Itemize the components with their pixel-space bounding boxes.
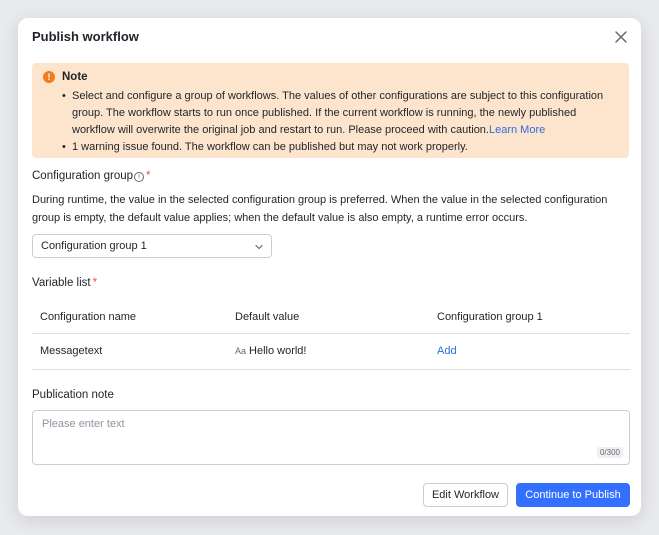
required-mark: * [146, 170, 151, 182]
close-icon[interactable] [611, 27, 631, 47]
chevron-down-icon [255, 244, 263, 250]
column-header: Configuration group 1 [437, 311, 543, 323]
edit-workflow-button[interactable]: Edit Workflow [423, 483, 508, 507]
column-header: Configuration name [40, 311, 137, 323]
note-item: 1 warning issue found. The workflow can … [62, 139, 622, 156]
note-title: Note [62, 71, 88, 83]
publication-note-label: Publication note [32, 389, 114, 401]
publication-note-placeholder: Please enter text [42, 418, 125, 430]
note-banner: ! Note Select and configure a group of w… [32, 63, 629, 158]
config-group-label: Configuration group i * [32, 170, 151, 182]
publication-note-textarea[interactable]: Please enter text 0/300 [32, 410, 630, 465]
text-type-icon: Aa [235, 346, 247, 356]
variable-name: Messagetext [40, 345, 103, 357]
dialog-header: Publish workflow [18, 18, 641, 56]
table-header-row: Configuration name Default value Configu… [32, 301, 630, 334]
add-value-link[interactable]: Add [437, 345, 457, 357]
config-group-description: During runtime, the value in the selecte… [32, 194, 608, 224]
required-mark: * [92, 277, 98, 289]
character-counter: 0/300 [596, 447, 623, 458]
variable-list-label-text: Variable list [32, 277, 91, 289]
info-icon[interactable]: i [134, 172, 145, 182]
continue-to-publish-button[interactable]: Continue to Publish [516, 483, 630, 507]
note-list: Select and configure a group of workflow… [62, 88, 622, 156]
warning-icon: ! [43, 71, 55, 83]
config-group-label-text: Configuration group [32, 170, 134, 182]
note-item: Select and configure a group of workflow… [62, 88, 622, 139]
publish-workflow-dialog: Publish workflow ! Note Select and confi… [18, 18, 641, 516]
table-row: Messagetext Aa Hello world! Add [32, 334, 630, 370]
dialog-title: Publish workflow [32, 29, 139, 44]
column-header: Default value [235, 311, 300, 323]
config-group-select-value: Configuration group 1 [41, 240, 147, 252]
default-value: Aa Hello world! [235, 345, 306, 357]
learn-more-link[interactable]: Learn More [489, 124, 545, 136]
default-value-text: Hello world! [249, 345, 307, 357]
note-item-text: 1 warning issue found. The workflow can … [72, 141, 468, 153]
variable-list-label: Variable list * [32, 277, 97, 289]
config-group-select[interactable]: Configuration group 1 [32, 234, 272, 258]
